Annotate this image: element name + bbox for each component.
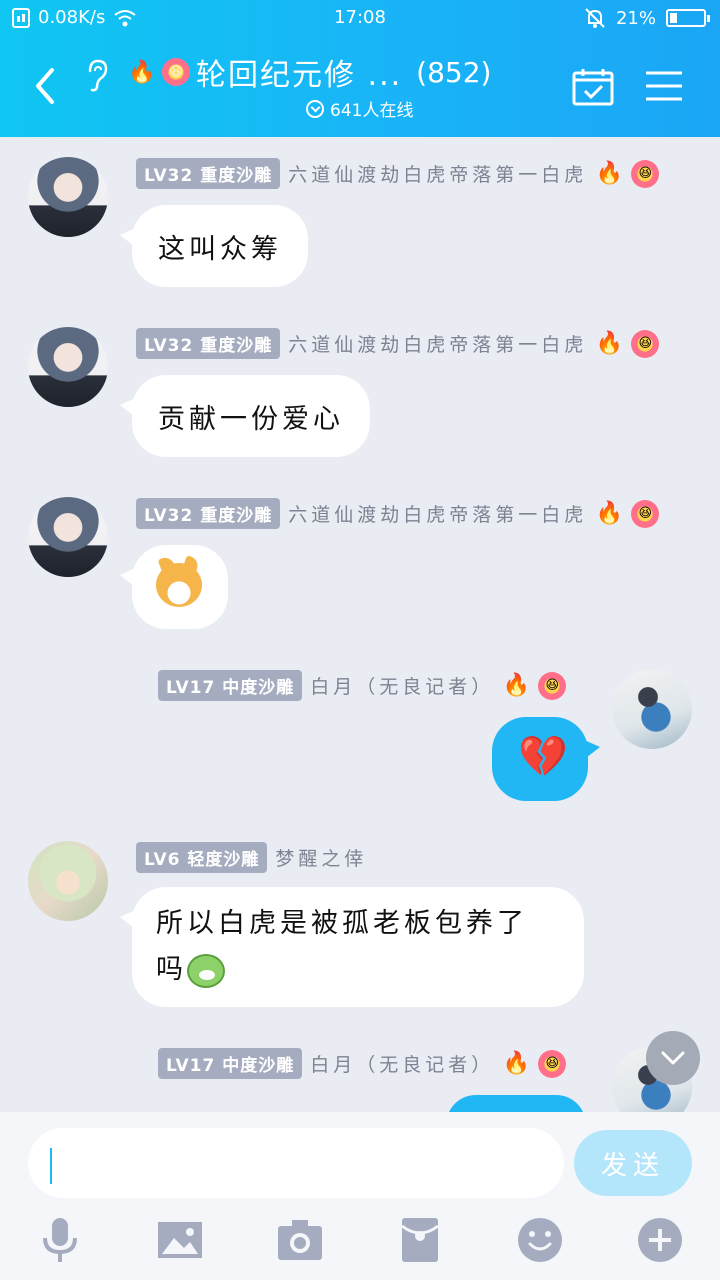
- fire-icon: 🔥: [502, 673, 530, 698]
- my-message-bubble[interactable]: [446, 1095, 586, 1112]
- sender-meta: LV32 重度沙雕 六道仙渡劫白虎帝落第一白虎 🔥 😆: [136, 498, 660, 529]
- mic-icon[interactable]: [36, 1216, 84, 1264]
- input-area: 发送: [0, 1112, 720, 1280]
- avatar[interactable]: [28, 157, 108, 237]
- status-bar: 0.08K/s 17:08 21%: [0, 0, 720, 36]
- battery-icon: [666, 9, 710, 27]
- fire-icon: 🔥: [595, 331, 623, 356]
- camera-icon[interactable]: [276, 1216, 324, 1264]
- group-name: 轮回纪元修 ...: [196, 58, 403, 93]
- level-badge: LV32 重度沙雕: [136, 328, 281, 359]
- flower-smile-icon: 😆: [631, 499, 660, 528]
- avatar[interactable]: [28, 497, 108, 577]
- image-icon[interactable]: [156, 1216, 204, 1264]
- flower-smile-icon: 😆: [538, 1049, 567, 1078]
- sender-meta: LV17 中度沙雕 白月（无良记者） 🔥 😆: [158, 670, 567, 701]
- chevron-down-circle-icon: [306, 99, 324, 118]
- message-text-line: 所以白虎是被孤老板包养了: [156, 908, 528, 939]
- message-input[interactable]: [28, 1128, 564, 1198]
- chat-list[interactable]: LV32 重度沙雕 六道仙渡劫白虎帝落第一白虎 🔥 😆 这叫众筹 LV32 重度…: [0, 137, 720, 1112]
- back-icon[interactable]: [28, 64, 64, 108]
- message-bubble[interactable]: 所以白虎是被孤老板包养了 吗: [120, 887, 584, 1007]
- frog-emoji-icon: [187, 953, 225, 988]
- message-text-line: 吗: [156, 947, 560, 993]
- level-badge: LV32 重度沙雕: [136, 498, 281, 529]
- calendar-check-icon[interactable]: [572, 68, 614, 106]
- message-bubble[interactable]: 贡献一份爱心: [120, 375, 370, 457]
- flower-smile-icon: 😆: [538, 671, 567, 700]
- flower-smile-icon: 😆: [631, 329, 660, 358]
- message-bubble[interactable]: 这叫众筹: [120, 205, 308, 287]
- sender-name[interactable]: 六道仙渡劫白虎帝落第一白虎: [288, 160, 587, 187]
- menu-icon[interactable]: [646, 70, 682, 102]
- sender-name[interactable]: 白月（无良记者）: [310, 1050, 494, 1077]
- group-title[interactable]: 🔥 😆 轮回纪元修 ... (852): [128, 50, 491, 94]
- fire-icon: 🔥: [595, 501, 623, 526]
- dog-emoji-icon: [156, 563, 202, 607]
- smile-icon[interactable]: [516, 1216, 564, 1264]
- fire-icon: 🔥: [128, 59, 156, 85]
- red-packet-icon[interactable]: [396, 1216, 444, 1264]
- flower-smile-icon: 😆: [162, 58, 190, 86]
- text-caret: [50, 1148, 52, 1184]
- level-badge: LV32 重度沙雕: [136, 158, 281, 189]
- plus-icon[interactable]: [636, 1216, 684, 1264]
- battery-percent: 21%: [615, 7, 656, 29]
- sender-name[interactable]: 梦醒之倖: [275, 844, 367, 871]
- message-text-fragment: 吗: [156, 954, 187, 985]
- fire-icon: 🔥: [502, 1051, 530, 1076]
- avatar[interactable]: [28, 841, 108, 921]
- fire-icon: 🔥: [595, 161, 623, 186]
- level-badge: LV17 中度沙雕: [158, 670, 303, 701]
- level-badge: LV17 中度沙雕: [158, 1048, 303, 1079]
- ear-icon[interactable]: [82, 57, 112, 93]
- online-count: 641人在线: [330, 101, 414, 121]
- chevron-down-icon: [661, 1051, 685, 1065]
- level-badge: LV6 轻度沙雕: [136, 842, 268, 873]
- sender-meta: LV32 重度沙雕 六道仙渡劫白虎帝落第一白虎 🔥 😆: [136, 328, 660, 359]
- online-status[interactable]: 641人在线: [306, 96, 413, 121]
- status-right: 21%: [584, 7, 710, 29]
- sender-name[interactable]: 白月（无良记者）: [310, 672, 494, 699]
- input-toolbar: [0, 1216, 720, 1272]
- member-count: (852): [416, 55, 492, 89]
- sender-meta: LV6 轻度沙雕 梦醒之倖: [136, 842, 367, 873]
- flower-smile-icon: 😆: [631, 159, 660, 188]
- battery-fill: [670, 13, 677, 23]
- send-button[interactable]: 发送: [574, 1130, 692, 1196]
- sender-name[interactable]: 六道仙渡劫白虎帝落第一白虎: [288, 330, 587, 357]
- my-message-bubble[interactable]: 💔: [492, 717, 600, 801]
- my-avatar[interactable]: [612, 669, 692, 749]
- broken-heart-icon: 💔: [518, 734, 572, 780]
- chat-header: 0.08K/s 17:08 21% 🔥 😆 轮回纪元修 ... (852) 64…: [0, 0, 720, 137]
- sender-meta: LV17 中度沙雕 白月（无良记者） 🔥 😆: [158, 1048, 567, 1079]
- bell-off-icon: [585, 8, 605, 28]
- sender-name[interactable]: 六道仙渡劫白虎帝落第一白虎: [288, 500, 587, 527]
- message-bubble[interactable]: [120, 545, 228, 629]
- scroll-down-button[interactable]: [646, 1031, 700, 1085]
- sender-meta: LV32 重度沙雕 六道仙渡劫白虎帝落第一白虎 🔥 😆: [136, 158, 660, 189]
- avatar[interactable]: [28, 327, 108, 407]
